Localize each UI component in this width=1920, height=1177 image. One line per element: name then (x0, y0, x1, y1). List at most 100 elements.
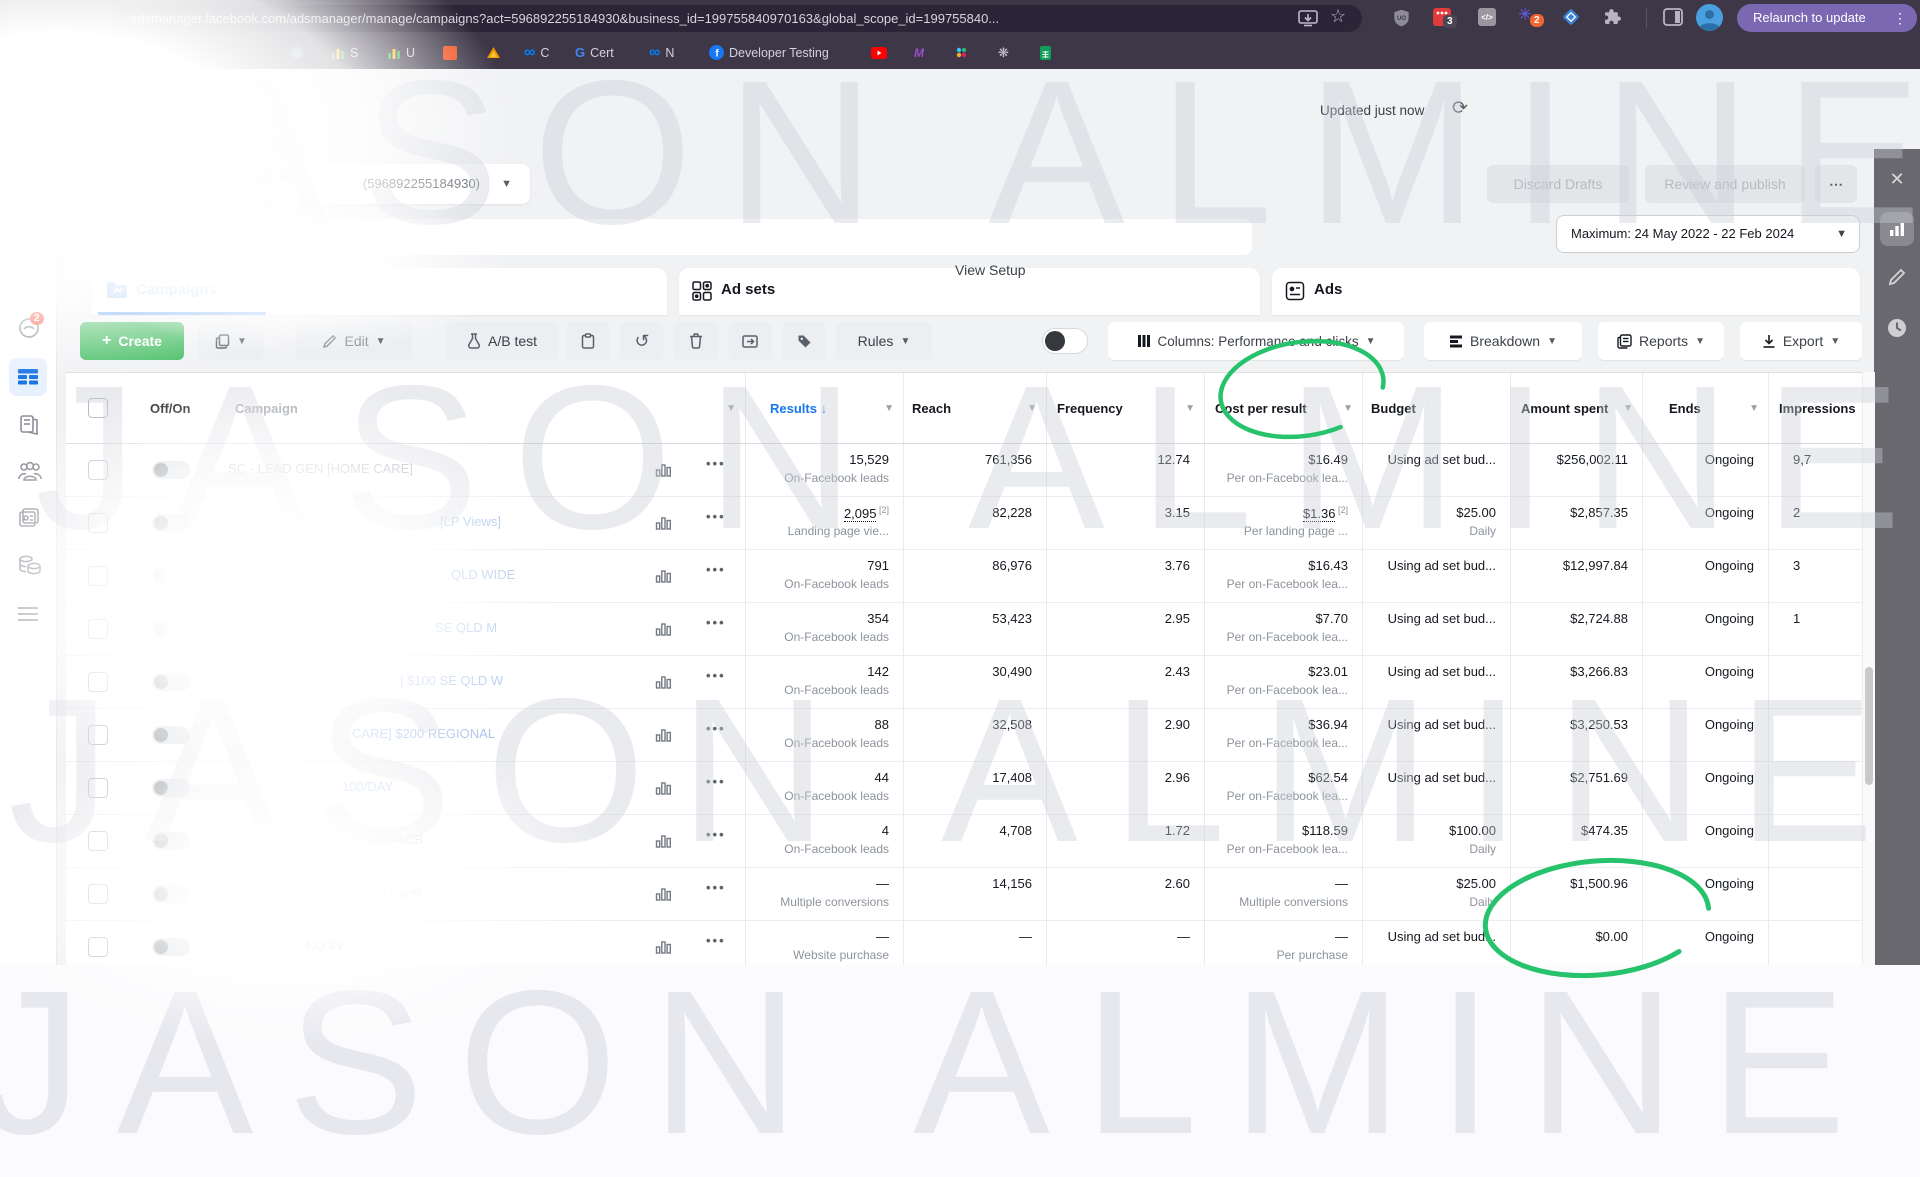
date-range-selector[interactable]: Maximum: 24 May 2022 - 22 Feb 2024 ▼ (1556, 215, 1860, 253)
campaign-row[interactable]: SE QLD M ••• 354 On-Facebook leads 53,423 2.9… (66, 603, 1874, 656)
campaign-toggle[interactable] (152, 514, 190, 532)
tag-button[interactable] (782, 322, 826, 360)
row-checkbox[interactable] (88, 937, 108, 957)
delete-button[interactable] (674, 322, 718, 360)
select-all-checkbox[interactable] (88, 398, 108, 418)
campaign-toggle[interactable] (152, 673, 190, 691)
campaign-toggle[interactable] (152, 885, 190, 903)
search-filter-bar[interactable] (66, 219, 1252, 255)
undo-button[interactable]: ↺ (620, 322, 664, 360)
vertical-scrollbar-thumb[interactable] (1865, 667, 1873, 785)
campaign-toggle[interactable] (152, 567, 190, 585)
bookmark-item[interactable]: ∞ C (524, 36, 549, 69)
campaign-toggle[interactable] (152, 461, 190, 479)
breakdown-button[interactable]: Breakdown ▼ (1424, 322, 1582, 360)
campaign-row[interactable]: | $100 SE QLD W ••• 142 On-Facebook leads 30… (66, 656, 1874, 709)
view-charts-icon[interactable] (655, 461, 672, 483)
row-options-button[interactable]: ••• (706, 933, 726, 948)
columns-button[interactable]: Columns: Performance and clicks ▼ (1108, 322, 1404, 360)
create-button[interactable]: + Create (80, 322, 184, 360)
vertical-scrollbar[interactable] (1862, 372, 1875, 1013)
campaign-row[interactable]: SC - LEAD GEN [HOME CARE] ••• 15,529 On-Fac… (66, 444, 1874, 497)
campaign-name[interactable]: 100/DAY (342, 779, 393, 794)
view-charts-icon[interactable] (655, 726, 672, 748)
col-cost-per-result[interactable]: Cost per result ▼ (1204, 373, 1362, 443)
campaign-row[interactable]: QLD WIDE ••• 791 On-Facebook leads 86,976 3.7… (66, 550, 1874, 603)
search-icon[interactable] (17, 220, 39, 242)
duplicate-button[interactable]: ▼ (198, 322, 264, 360)
campaign-row[interactable]: 100/DAY-ACB ••• 4 On-Facebook leads 4,708 1.7… (66, 815, 1874, 868)
paste-button[interactable] (566, 322, 610, 360)
side-panel-icon[interactable] (1663, 8, 1683, 26)
row-options-button[interactable]: ••• (706, 668, 726, 683)
campaign-row[interactable]: 100/DAY ••• 44 On-Facebook leads 17,408 2.96 $… (66, 762, 1874, 815)
view-setup-toggle[interactable] (1042, 328, 1088, 354)
row-checkbox[interactable] (88, 672, 108, 692)
row-checkbox[interactable] (88, 884, 108, 904)
campaign-toggle[interactable] (152, 832, 190, 850)
campaign-toggle[interactable] (152, 620, 190, 638)
bookmark-item[interactable]: ∞ N (649, 36, 674, 69)
row-checkbox[interactable] (88, 831, 108, 851)
tab-campaigns[interactable]: Campaigns (92, 268, 667, 315)
audiences-icon[interactable] (17, 460, 43, 482)
row-options-button[interactable]: ••• (706, 562, 726, 577)
campaign-name[interactable]: SC - LEAD GEN [HOME CARE] (228, 461, 413, 476)
more-options-button[interactable]: ⋯ (1815, 165, 1857, 203)
bookmark-item[interactable] (955, 36, 968, 69)
billing-icon[interactable] (17, 554, 43, 576)
pages-icon[interactable] (17, 413, 41, 437)
campaign-name[interactable]: NO IN (306, 938, 342, 953)
tab-ads[interactable]: Ads (1272, 268, 1860, 315)
col-ends[interactable]: Ends ▼ (1642, 373, 1768, 443)
meta-logo-icon[interactable]: ∞ (13, 176, 32, 207)
bookmark-item[interactable]: ❋ (998, 36, 1009, 69)
cost-per-result-cell-link[interactable]: $1.36 (1302, 506, 1336, 523)
view-charts-icon[interactable] (655, 832, 672, 854)
campaign-name[interactable]: 100/DAY-ACB (342, 832, 423, 847)
review-publish-button[interactable]: Review and publish (1645, 165, 1805, 203)
row-options-button[interactable]: ••• (706, 827, 726, 842)
bookmark-item[interactable] (1040, 36, 1051, 69)
row-options-button[interactable]: ••• (706, 721, 726, 736)
campaign-toggle[interactable] (152, 726, 190, 744)
row-options-button[interactable]: ••• (706, 880, 726, 895)
view-charts-icon[interactable] (655, 620, 672, 642)
row-options-button[interactable]: ••• (706, 509, 726, 524)
campaign-name[interactable]: SE QLD M (435, 620, 497, 635)
campaign-toggle[interactable] (152, 938, 190, 956)
preview-button[interactable] (728, 322, 772, 360)
rules-button[interactable]: Rules ▼ (836, 322, 932, 360)
campaign-name[interactable]: [LP Views] (440, 514, 501, 529)
bookmark-item[interactable]: M (914, 36, 924, 69)
campaign-row[interactable]: Special Carer ••• — Multiple conversions 14,… (66, 868, 1874, 921)
more-menu-icon[interactable] (17, 606, 39, 622)
close-icon[interactable]: ✕ (1874, 169, 1920, 190)
ab-test-button[interactable]: A/B test (446, 322, 558, 360)
row-options-button[interactable]: ••• (706, 615, 726, 630)
campaign-row[interactable]: [LP Views] ••• 2,095 [2] Landing page vie..… (66, 497, 1874, 550)
row-checkbox[interactable] (88, 566, 108, 586)
campaign-name[interactable]: CARE] $200 REGIONAL (352, 726, 495, 741)
view-charts-icon[interactable] (655, 938, 672, 960)
bookmark-star-icon[interactable]: ☆ (1330, 7, 1346, 25)
col-campaign[interactable]: Campaign ▼ (211, 373, 745, 443)
results-cell-link[interactable]: 2,095 (843, 506, 877, 523)
url-bar[interactable]: adsmanager.facebook.com/adsmanager/manag… (112, 5, 1362, 32)
view-charts-icon[interactable] (655, 779, 672, 801)
history-clock-icon[interactable] (1886, 317, 1908, 339)
campaign-name[interactable]: QLD WIDE (451, 567, 515, 582)
row-options-button[interactable]: ••• (706, 456, 726, 471)
account-selector[interactable]: (596892255184930) ▼ (270, 164, 530, 204)
campaign-name[interactable]: Special Carer (343, 885, 422, 900)
back-icon[interactable]: ← (14, 9, 32, 27)
col-off-on[interactable]: Off/On (126, 373, 211, 443)
row-checkbox[interactable] (88, 778, 108, 798)
view-charts-icon[interactable] (655, 673, 672, 695)
refresh-icon[interactable]: ⟳ (1452, 97, 1468, 120)
col-reach[interactable]: Reach ▼ (903, 373, 1046, 443)
col-amount-spent[interactable]: Amount spent ▼ (1510, 373, 1642, 443)
campaign-toggle[interactable] (152, 779, 190, 797)
nav-item-campaigns[interactable] (9, 358, 47, 396)
bookmark-item[interactable] (290, 36, 304, 69)
